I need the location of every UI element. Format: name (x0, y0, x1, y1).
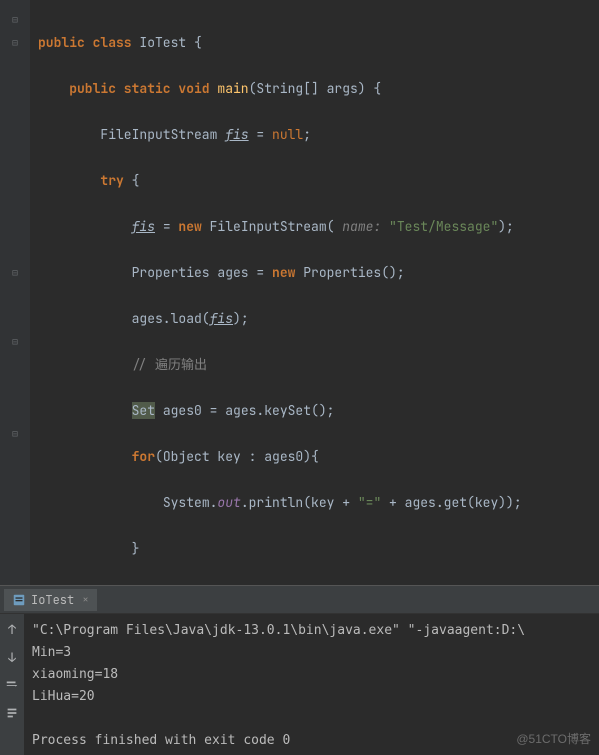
tab-bar: IoTest × (0, 586, 599, 614)
code: ages.load( (132, 310, 210, 327)
paren: ); (233, 310, 249, 327)
fold-icon[interactable]: ⊟ (9, 14, 21, 26)
code: ages0 = ages.keySet(); (155, 402, 334, 419)
var: fis (225, 126, 248, 143)
string: "=" (358, 494, 381, 511)
params: (String[] args) { (249, 80, 382, 97)
keyword: for (132, 448, 155, 465)
scroll-to-end-icon[interactable] (3, 704, 21, 722)
keyword: new (272, 264, 303, 281)
output-line: xiaoming=18 (32, 667, 118, 682)
param-hint: name: (342, 218, 389, 235)
keyword: try (100, 172, 131, 189)
soft-wrap-icon[interactable] (3, 676, 21, 694)
fold-icon[interactable]: ⊟ (9, 336, 21, 348)
brace: { (132, 172, 140, 189)
type: FileInputStream( (210, 218, 343, 235)
code: (Object key : ages0){ (155, 448, 319, 465)
code: + ages.get(key)); (381, 494, 521, 511)
keyword: public class (38, 34, 139, 51)
type: FileInputStream (100, 126, 225, 143)
string: "Test/Message" (389, 218, 498, 235)
class-name: IoTest (139, 34, 194, 51)
tab-label: IoTest (31, 592, 74, 608)
keyword: public static void (69, 80, 217, 97)
type-highlighted: Set (132, 402, 155, 419)
code: .println(key + (241, 494, 358, 511)
fold-icon[interactable]: ⊟ (9, 267, 21, 279)
var: fis (132, 218, 155, 235)
console-output[interactable]: "C:\Program Files\Java\jdk-13.0.1\bin\ja… (24, 614, 599, 755)
editor-pane: ⊟ ⊟ ⊟ ⊟ ⊟ public class IoTest { public s… (0, 0, 599, 585)
output-line: Process finished with exit code 0 (32, 733, 290, 748)
run-tab[interactable]: IoTest × (4, 589, 97, 611)
var: fis (210, 310, 233, 327)
watermark: @51CTO博客 (516, 730, 591, 747)
run-config-icon (12, 593, 26, 607)
semi: ; (303, 126, 311, 143)
gutter: ⊟ ⊟ ⊟ ⊟ ⊟ (0, 0, 30, 585)
brace: } (132, 540, 140, 557)
code: System. (163, 494, 218, 511)
fold-icon[interactable]: ⊟ (9, 37, 21, 49)
up-arrow-icon[interactable]: ↑ (3, 620, 21, 638)
static-field: out (217, 494, 240, 511)
comment: // 遍历输出 (132, 356, 207, 373)
close-icon[interactable]: × (82, 593, 89, 607)
output-line: Min=3 (32, 645, 71, 660)
output-line: LiHua=20 (32, 689, 95, 704)
fold-icon[interactable]: ⊟ (9, 428, 21, 440)
console-pane: IoTest × ↑ ↓ "C:\Program Files\Java\jdk-… (0, 585, 599, 755)
method-name: main (217, 80, 248, 97)
code: Properties(); (303, 264, 404, 281)
console-toolbar: ↑ ↓ (0, 614, 24, 755)
keyword: new (178, 218, 209, 235)
down-arrow-icon[interactable]: ↓ (3, 648, 21, 666)
console-body: ↑ ↓ "C:\Program Files\Java\jdk-13.0.1\bi… (0, 614, 599, 755)
code: Properties ages = (132, 264, 272, 281)
op: = (155, 218, 178, 235)
paren: ); (498, 218, 514, 235)
code-area[interactable]: public class IoTest { public static void… (30, 0, 599, 585)
output-line: "C:\Program Files\Java\jdk-13.0.1\bin\ja… (32, 623, 525, 638)
brace: { (194, 34, 202, 51)
keyword: null (272, 126, 303, 143)
op: = (249, 126, 272, 143)
